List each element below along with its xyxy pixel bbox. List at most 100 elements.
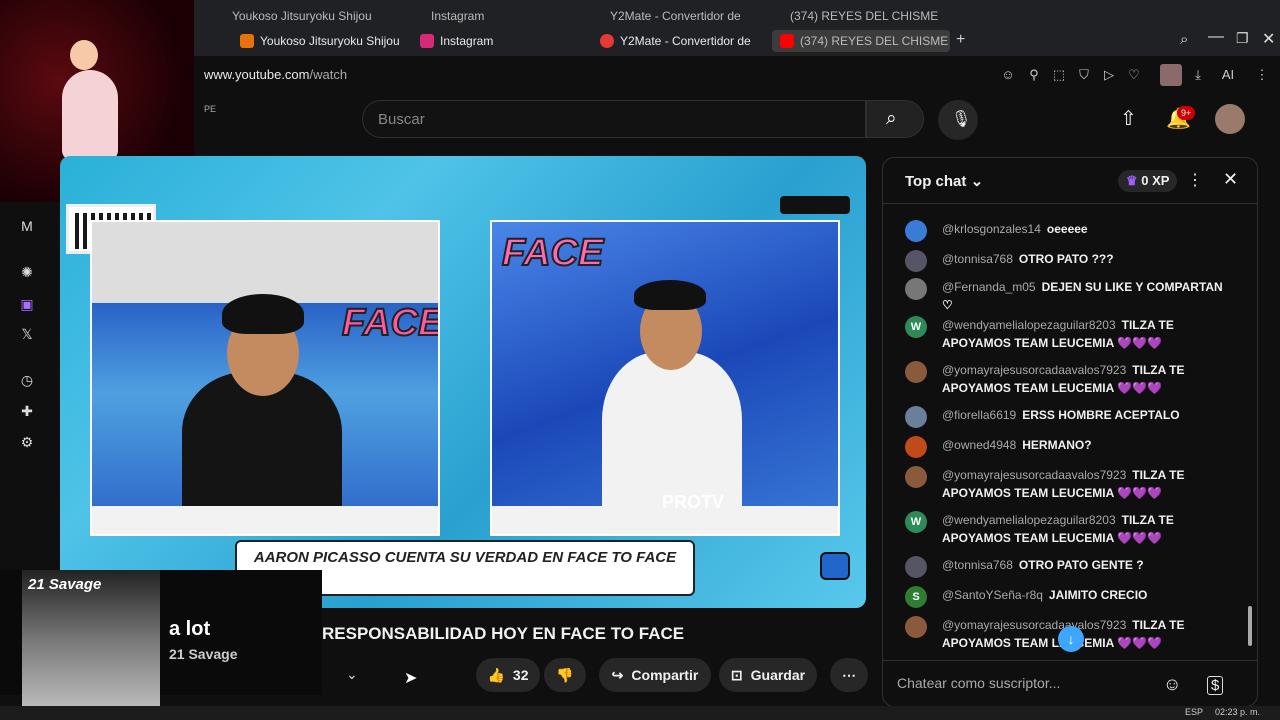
chat-username[interactable]: @tonnisa768 [942,252,1013,266]
user-avatar[interactable] [905,250,927,272]
twitch-icon[interactable]: ▣ [17,294,37,314]
chat-header: Top chat ⌄ ♛ 0 XP ⋮ ✕ [883,158,1257,204]
mic-icon: 🎙 [951,111,972,128]
super-chat-icon[interactable]: $ [1207,676,1224,695]
chat-username[interactable]: @yomayrajesusorcadaavalos7923 [942,363,1126,377]
screenshot-icon[interactable]: ⬚ [1051,67,1067,83]
video-player[interactable]: FACE FACE PROTV AARON PICASSO CUENTA SU … [60,156,866,608]
play-icon[interactable]: ▷ [1101,67,1117,83]
guest-hair [222,294,304,334]
chat-message[interactable]: @yomayrajesusorcadaavalos7923 TILZA TE AP… [905,361,1245,397]
menu-icon[interactable]: ⋮ [1254,67,1270,83]
settings-icon[interactable]: ⚙ [17,432,37,452]
minimize-button[interactable]: — [1208,28,1224,46]
chevron-down-icon[interactable]: ⌄ [346,666,358,683]
chat-username[interactable]: @fiorella6619 [942,408,1016,422]
chat-message[interactable]: @krlosgonzales14 oeeeee [905,220,1245,242]
pin-icon[interactable]: ⚲ [1026,67,1042,83]
chat-message[interactable]: W @wendyamelialopezaguilar8203 TILZA TE AP… [905,511,1245,547]
chat-message[interactable]: @Fernanda_m05 DEJEN SU LIKE Y COMPARTAN ♡ [905,278,1245,314]
user-avatar[interactable] [905,436,927,458]
extensions-icon[interactable]: ✚ [17,401,37,421]
share-button[interactable]: ↪ Compartir [599,658,711,692]
user-avatar[interactable] [905,466,927,488]
chat-username[interactable]: @SantoYSeña-r8q [942,588,1043,602]
chat-message[interactable]: @yomayrajesusorcadaavalos7923 TILZA TE AP… [905,466,1245,502]
host-hair [634,280,706,310]
thumb-down-icon: 👎 [556,666,574,683]
user-avatar[interactable] [905,220,927,242]
chat-input[interactable]: Chatear como suscriptor... [897,675,1117,691]
chat-mode-dropdown[interactable]: Top chat ⌄ [905,172,983,190]
chat-username[interactable]: @yomayrajesusorcadaavalos7923 [942,468,1126,482]
chat-username[interactable]: @wendyamelialopezaguilar8203 [942,513,1116,527]
desk [92,506,438,534]
chat-scrollbar[interactable] [1248,606,1252,646]
user-avatar[interactable]: S [905,586,927,608]
xp-badge[interactable]: ♛ 0 XP [1118,170,1178,192]
download-icon[interactable]: ⤓ [1190,67,1206,83]
search-input[interactable]: Buscar [362,100,866,138]
profile-extension-icon[interactable] [1160,64,1182,86]
like-button[interactable]: 👍 32 [476,658,540,692]
chat-message[interactable]: @owned4948 HERMANO? [905,436,1245,458]
tab-instagram[interactable]: Instagram [412,30,562,52]
voice-search-button[interactable]: 🎙 [938,100,978,140]
close-chat-button[interactable]: ✕ [1223,169,1238,190]
scroll-down-button[interactable]: ↓ [1058,626,1084,652]
x-icon[interactable]: 𝕏 [17,324,37,344]
save-button[interactable]: ⊡ Guardar [719,658,817,692]
mail-icon[interactable]: M [17,216,37,236]
emoji-icon[interactable]: ☺ [1000,67,1016,83]
chat-text: JAIMITO CRECIO [1048,588,1148,602]
chat-username[interactable]: @Fernanda_m05 [942,280,1036,294]
restore-button[interactable]: ❐ [1236,30,1249,47]
sticker-dress [62,70,118,160]
chat-text: ERSS HOMBRE ACEPTALO [1022,408,1180,422]
user-avatar[interactable] [905,556,927,578]
shield-icon[interactable]: ⛉ [1076,67,1092,83]
url-text[interactable]: www.youtube.com/watch [204,67,347,82]
user-avatar[interactable] [905,361,927,383]
heart-icon[interactable]: ♡ [1126,67,1142,83]
chat-username[interactable]: @yomayrajesusorcadaavalos7923 [942,618,1126,632]
chat-message[interactable]: @fiorella6619 ERSS HOMBRE ACEPTALO [905,406,1245,428]
address-bar[interactable]: www.youtube.com/watch ☺ ⚲ ⬚ ⛉ ▷ ♡ ⤓ AI ⋮ [194,56,1280,94]
emoji-icon[interactable]: ☺ [1163,674,1181,695]
new-tab-button[interactable]: + [956,31,965,49]
chat-username[interactable]: @owned4948 [942,438,1016,452]
divider [883,660,1257,661]
tab-youtube[interactable]: (374) REYES DEL CHISME [772,30,950,52]
y2mate-icon [600,34,614,48]
account-avatar[interactable] [1215,104,1245,134]
chat-message[interactable]: W @wendyamelialopezaguilar8203 TILZA TE AP… [905,316,1245,352]
chat-message[interactable]: @tonnisa768 OTRO PATO ??? [905,250,1245,272]
more-actions-button[interactable]: ⋯ [830,658,868,692]
user-avatar[interactable] [905,406,927,428]
ai-extension-button[interactable]: AI [1216,67,1240,83]
search-tabs-icon[interactable]: ⌕ [1180,31,1188,48]
tab-youkoso[interactable]: Youkoso Jitsuryoku Shijou [232,30,402,52]
upload-icon[interactable]: ⇧ [1120,106,1137,131]
user-avatar[interactable]: W [905,316,927,338]
chat-username[interactable]: @krlosgonzales14 [942,222,1041,236]
search-placeholder: Buscar [378,111,425,128]
dislike-button[interactable]: 👎 [544,658,586,692]
chat-menu-icon[interactable]: ⋮ [1187,170,1203,190]
history-icon[interactable]: ◷ [17,370,37,390]
user-avatar[interactable] [905,278,927,300]
close-window-button[interactable]: ✕ [1262,29,1275,49]
search-button[interactable]: ⌕ [866,100,924,138]
user-avatar[interactable]: W [905,511,927,533]
tab-label: (374) REYES DEL CHISME [800,34,949,48]
chatgpt-icon[interactable]: ✺ [17,262,37,282]
chat-username[interactable]: @tonnisa768 [942,558,1013,572]
user-avatar[interactable] [905,616,927,638]
notification-badge: 9+ [1177,106,1196,120]
tab-y2mate[interactable]: Y2Mate - Convertidor de [592,30,762,52]
chat-message[interactable]: @tonnisa768 OTRO PATO GENTE ? [905,556,1245,578]
like-count: 32 [512,667,529,683]
chat-username[interactable]: @wendyamelialopezaguilar8203 [942,318,1116,332]
browser-tab-bar: Youkoso Jitsuryoku Shijou Instagram Y2Ma… [194,26,1280,56]
chat-message[interactable]: S @SantoYSeña-r8q JAIMITO CRECIO [905,586,1245,608]
